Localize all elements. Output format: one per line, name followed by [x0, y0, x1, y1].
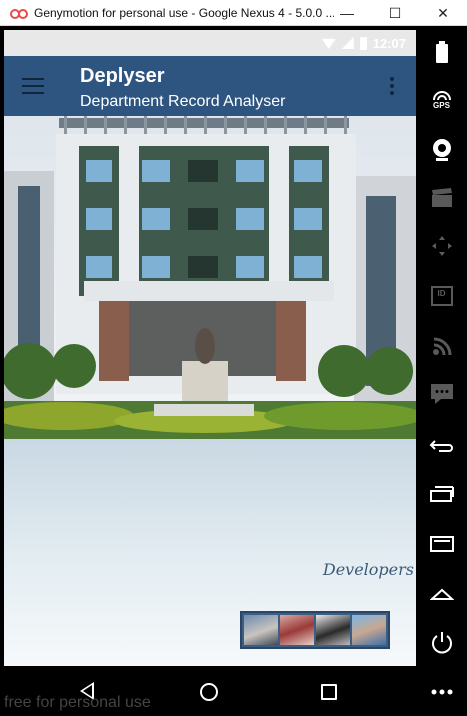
- status-time: 12:07: [372, 35, 406, 51]
- id-label: ID: [437, 289, 446, 298]
- app-subtitle: Department Record Analyser: [80, 93, 286, 110]
- maximize-button[interactable]: ☐: [371, 0, 419, 26]
- genymotion-logo-icon: [10, 8, 28, 19]
- close-button[interactable]: ✕: [419, 0, 467, 26]
- menu-icon[interactable]: [22, 78, 44, 94]
- minimize-button[interactable]: —: [323, 0, 371, 26]
- webcam-tool-icon[interactable]: [416, 130, 467, 170]
- overflow-menu-icon[interactable]: [390, 77, 394, 95]
- window-title: Genymotion for personal use - Google Nex…: [34, 5, 334, 20]
- developer-photo: [352, 615, 386, 645]
- more-tool-icon[interactable]: [416, 672, 467, 712]
- device-id-tool-icon[interactable]: ID: [416, 276, 467, 316]
- android-screen: 12:07 Deplyser Department Record Analyse…: [4, 30, 416, 666]
- genymotion-toolbar: GPS ID: [416, 26, 467, 716]
- developers-link[interactable]: Developers: [323, 560, 414, 579]
- content-area: Developers: [4, 439, 416, 666]
- recent-apps-icon[interactable]: [321, 684, 337, 700]
- screencast-tool-icon[interactable]: [416, 178, 467, 218]
- developer-photo: [280, 615, 314, 645]
- window-title-bar: Genymotion for personal use - Google Nex…: [0, 0, 467, 26]
- app-bar: Deplyser Department Record Analyser: [4, 56, 416, 116]
- signal-icon: [341, 37, 354, 49]
- app-title: Deplyser: [80, 65, 165, 87]
- device-frame: 12:07 Deplyser Department Record Analyse…: [0, 26, 467, 716]
- gps-label: GPS: [433, 100, 450, 110]
- battery-icon: [359, 36, 367, 50]
- developer-photo: [244, 615, 278, 645]
- developer-photo: [316, 615, 350, 645]
- recent-tool-icon[interactable]: [416, 474, 467, 514]
- developer-photos[interactable]: [240, 611, 390, 649]
- home-tool-icon[interactable]: [416, 574, 467, 614]
- status-bar: 12:07: [4, 30, 416, 56]
- rss-tool-icon[interactable]: [416, 326, 467, 366]
- home-icon[interactable]: [200, 683, 218, 701]
- dpad-tool-icon[interactable]: [416, 226, 467, 266]
- battery-tool-icon[interactable]: [416, 32, 467, 72]
- personal-use-watermark: free for personal use: [4, 694, 151, 711]
- back-tool-icon[interactable]: [416, 426, 467, 466]
- window-controls: — ☐ ✕: [323, 0, 467, 26]
- gps-tool-icon[interactable]: GPS: [416, 80, 467, 120]
- college-building-image: [4, 116, 416, 439]
- power-tool-icon[interactable]: [416, 622, 467, 662]
- sms-tool-icon[interactable]: [416, 374, 467, 414]
- menu-tool-icon[interactable]: [416, 524, 467, 564]
- wifi-icon: [321, 38, 336, 49]
